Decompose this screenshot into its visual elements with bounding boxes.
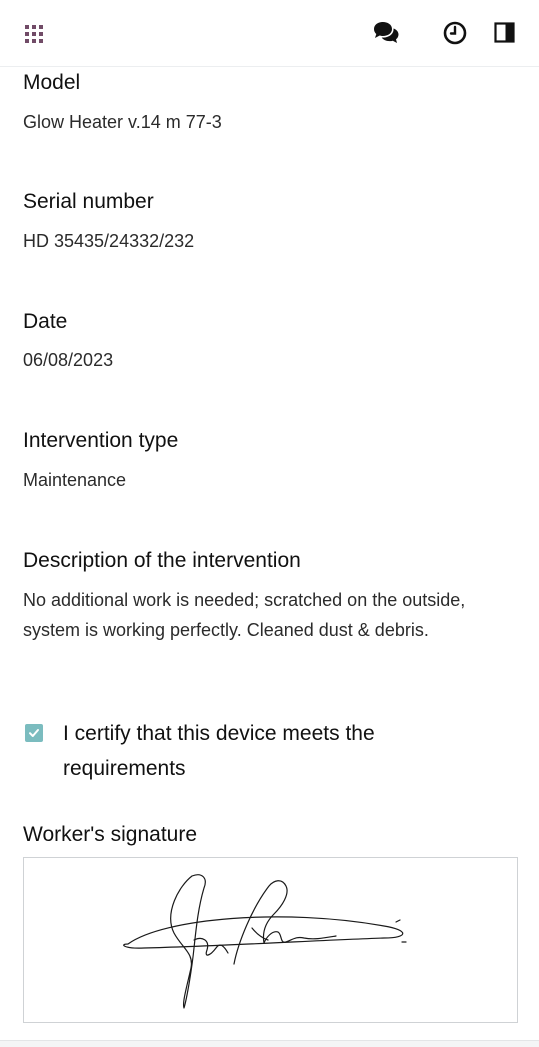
side-panel-icon[interactable]: [493, 20, 519, 46]
signature-pad[interactable]: [23, 857, 518, 1023]
description-label: Description of the intervention: [23, 549, 301, 572]
intervention-type-value: Maintenance: [23, 470, 127, 490]
model-label: Model: [23, 71, 81, 94]
date-label: Date: [23, 310, 68, 333]
certify-label[interactable]: I certify that this device meets the req…: [63, 716, 483, 786]
checkmark-icon: [29, 729, 39, 737]
intervention-type-label: Intervention type: [23, 429, 179, 452]
clock-icon[interactable]: [442, 20, 468, 46]
date-value: 06/08/2023: [23, 350, 114, 370]
serial-number-label: Serial number: [23, 190, 154, 213]
serial-number-value: HD 35435/24332/232: [23, 231, 195, 251]
apps-grid-icon[interactable]: [24, 24, 44, 44]
signature-drawing: [123, 874, 407, 1009]
model-value: Glow Heater v.14 m 77-3: [23, 112, 222, 132]
chat-icon[interactable]: [372, 20, 399, 46]
top-bar: [0, 0, 539, 67]
certify-checkbox[interactable]: [25, 724, 43, 742]
description-value: No additional work is needed; scratched …: [23, 590, 466, 640]
signature-label: Worker's signature: [23, 823, 198, 846]
